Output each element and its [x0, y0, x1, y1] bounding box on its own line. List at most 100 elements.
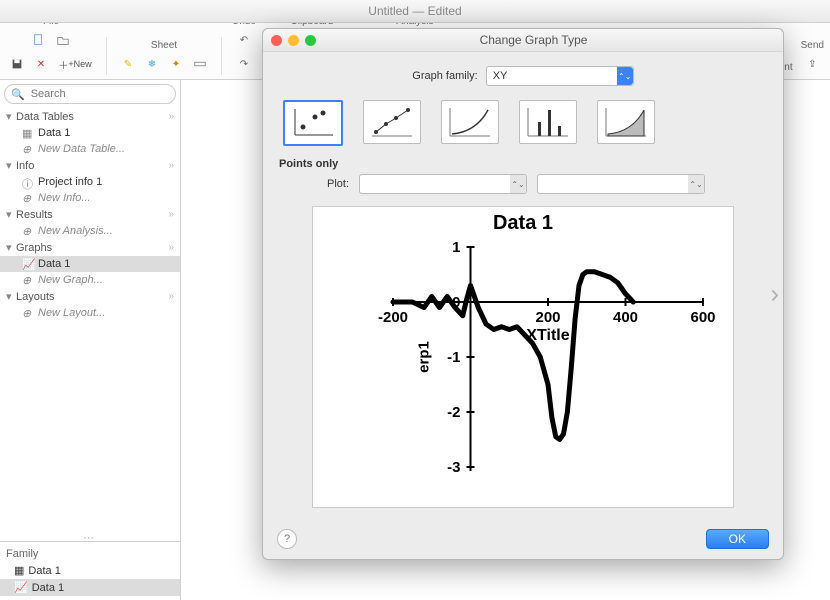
search-input[interactable]	[29, 87, 169, 101]
file-new-icon[interactable]	[28, 29, 50, 51]
new-label: +New	[68, 59, 91, 69]
family-header: Family	[0, 546, 180, 562]
y-tick-label: 1	[452, 239, 460, 256]
nav-item[interactable]: 📈Data 1	[0, 256, 180, 272]
section-menu-icon[interactable]: »	[168, 209, 174, 220]
info-icon: ⓘ	[22, 176, 34, 188]
file-open-icon[interactable]	[52, 29, 74, 51]
sep	[221, 37, 222, 75]
plus-icon: ⊕	[22, 274, 34, 286]
table-icon: ▦	[14, 564, 24, 577]
section-info[interactable]: ▾Info »	[0, 157, 180, 174]
graph-family-select[interactable]: XY ⌃⌄	[486, 66, 634, 86]
nav-item[interactable]: ⊕ New Layout...	[0, 305, 180, 321]
plus-icon: ⊕	[22, 143, 34, 155]
y-axis-label: erp1	[416, 341, 433, 373]
plus-icon: ⊕	[22, 307, 34, 319]
section-graphs[interactable]: ▾Graphs»	[0, 239, 180, 256]
plot-select-2[interactable]: ⌃⌄	[537, 174, 705, 194]
plot-label: Plot:	[327, 178, 349, 190]
save-icon[interactable]	[6, 53, 28, 75]
split-handle[interactable]: ⋯	[0, 531, 180, 541]
x-tick-label: 400	[613, 309, 638, 326]
graph-icon: 📈	[14, 581, 28, 594]
dialog-titlebar[interactable]: Change Graph Type	[263, 29, 783, 52]
tg-send-label: Send	[801, 40, 824, 51]
nav-item[interactable]: ⓘ Project info 1	[0, 174, 180, 190]
section-data-tables[interactable]: ▾Data Tables»	[0, 108, 180, 125]
navigator-sidebar: 🔍 ▾Data Tables»▦Data 1⊕New Data Table...…	[0, 80, 181, 600]
thumb-scatter[interactable]	[283, 100, 343, 146]
plot-select-1[interactable]: ⌃⌄	[359, 174, 527, 194]
ok-button[interactable]: OK	[706, 529, 769, 549]
redo-icon[interactable]: ↷	[233, 53, 255, 75]
plus-icon: ⊕	[22, 192, 34, 204]
tg-undo-label: Undo	[232, 23, 256, 27]
chart-title: Data 1	[493, 212, 553, 234]
next-arrow-icon[interactable]: ›	[770, 279, 779, 310]
section-results[interactable]: ▾Results»	[0, 206, 180, 223]
tg-undo: Undo ↶ ↷	[232, 23, 256, 75]
nav-item[interactable]: ⊕New Data Table...	[0, 141, 180, 157]
nav-item[interactable]: ▦Data 1	[0, 125, 180, 141]
chevron-down-icon: ▾	[6, 290, 16, 303]
close-window-icon[interactable]	[271, 35, 282, 46]
chevron-down-icon: ▾	[6, 159, 16, 172]
window-title: Untitled — Edited	[368, 4, 461, 18]
section-label: Results	[16, 209, 53, 221]
search-field[interactable]: 🔍	[4, 84, 176, 104]
section-label: Layouts	[16, 291, 55, 303]
tg-analysis-label: Analysis	[396, 23, 433, 27]
nav-item-label: New Analysis...	[38, 225, 113, 237]
nav-item-label: Data 1	[38, 127, 70, 139]
tg-sheet: Sheet ✎ ❄ ✦	[117, 40, 211, 75]
ok-label: OK	[729, 532, 746, 546]
window-titlebar: Untitled — Edited	[0, 0, 830, 23]
section-menu-icon[interactable]: »	[168, 242, 174, 253]
tg-clipboard-label: Clipboard	[291, 23, 334, 27]
change-graph-type-dialog: Change Graph Type Graph family: XY ⌃⌄ Po…	[262, 28, 784, 560]
graph-icon: 📈	[22, 258, 34, 270]
new-menu-icon[interactable]: ＋+New	[54, 53, 96, 75]
thumb-curve[interactable]	[441, 100, 499, 144]
nav-item-label: New Layout...	[38, 307, 105, 319]
thumb-column[interactable]	[519, 100, 577, 144]
chevron-updown-icon: ⌃⌄	[688, 175, 704, 193]
y-tick-label: -2	[447, 404, 460, 421]
row-icon[interactable]	[189, 53, 211, 75]
nav-item[interactable]: ⊕New Analysis...	[0, 223, 180, 239]
family-row-label: Data 1	[32, 582, 64, 594]
section-label: Info	[16, 160, 34, 172]
tg-file: File ✕ ＋+New	[6, 23, 96, 75]
family-row[interactable]: ▦Data 1	[0, 562, 180, 579]
tg-file-label: File	[43, 23, 59, 27]
snowflake-icon[interactable]: ❄	[141, 53, 163, 75]
section-menu-icon[interactable]: »	[168, 111, 174, 122]
graph-family-value: XY	[493, 70, 508, 82]
chevron-updown-icon: ⌃⌄	[510, 175, 526, 193]
y-tick-label: -3	[447, 459, 460, 476]
star-icon[interactable]: ✦	[165, 53, 187, 75]
y-tick-label: -1	[447, 349, 460, 366]
nav-item[interactable]: ⊕ New Graph...	[0, 272, 180, 288]
search-icon: 🔍	[11, 88, 25, 101]
help-button[interactable]: ?	[277, 529, 297, 549]
family-row[interactable]: 📈 Data 1	[0, 579, 180, 596]
nav-item-label: New Graph...	[38, 274, 103, 286]
undo-icon[interactable]: ↶	[233, 29, 255, 51]
section-menu-icon[interactable]: »	[168, 160, 174, 171]
nav-item-label: Project info 1	[38, 176, 102, 188]
graph-preview: Data 1-200200400600-3-2-101XTitleerp1	[312, 206, 734, 508]
section-menu-icon[interactable]: »	[168, 291, 174, 302]
section-layouts[interactable]: ▾Layouts »	[0, 288, 180, 305]
close-icon[interactable]: ✕	[30, 53, 52, 75]
thumb-connected[interactable]	[363, 100, 421, 144]
family-panel: Family ▦Data 1 📈 Data 1	[0, 541, 180, 600]
nav-item-label: New Info...	[38, 192, 91, 204]
thumb-area[interactable]	[597, 100, 655, 144]
x-tick-label: 600	[690, 309, 715, 326]
nav-item[interactable]: ⊕ New Info...	[0, 190, 180, 206]
points-only-label: Points only	[279, 158, 769, 170]
send-icon[interactable]: ⇪	[801, 53, 823, 75]
pencil-icon[interactable]: ✎	[117, 53, 139, 75]
